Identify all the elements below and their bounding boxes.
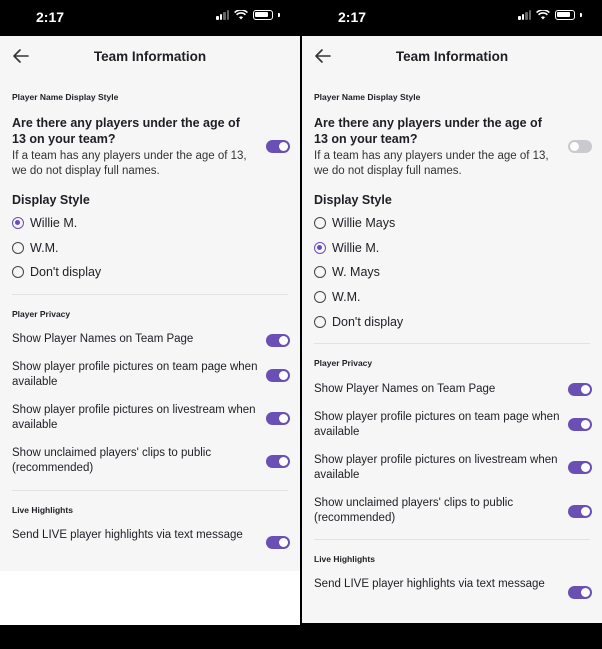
radio-icon: [12, 266, 24, 278]
signal-icon: [216, 10, 229, 20]
privacy-row-label: Show unclaimed players' clips to public …: [12, 447, 212, 474]
page-title: Team Information: [395, 49, 509, 64]
status-bar: 2:17: [302, 0, 602, 36]
under13-question: Are there any players under the age of 1…: [12, 116, 240, 146]
bottom-bar: [0, 625, 300, 649]
header: Team Information: [0, 36, 300, 76]
status-time: 2:17: [36, 9, 65, 25]
battery-icon: [253, 10, 273, 20]
section-label-highlights: Live Highlights: [12, 505, 73, 515]
privacy-toggle[interactable]: [568, 383, 592, 396]
battery-icon: [555, 10, 575, 20]
radio-option[interactable]: W.M.: [314, 290, 360, 304]
radio-option[interactable]: W.M.: [12, 241, 58, 255]
divider: [12, 490, 288, 491]
radio-icon: [12, 242, 24, 254]
page-title: Team Information: [93, 49, 207, 64]
section-label-privacy: Player Privacy: [12, 309, 71, 319]
privacy-toggle[interactable]: [568, 505, 592, 518]
privacy-toggle[interactable]: [266, 369, 290, 382]
radio-option[interactable]: Don't display: [12, 265, 101, 279]
privacy-toggle[interactable]: [266, 334, 290, 347]
display-style-label: Display Style: [314, 193, 392, 207]
highlights-toggle[interactable]: [568, 586, 592, 599]
under13-toggle[interactable]: [266, 140, 290, 153]
privacy-row-label: Show Player Names on Team Page: [12, 333, 194, 345]
privacy-row-label: Show unclaimed players' clips to public …: [314, 497, 514, 524]
bottom-bar: [302, 625, 602, 649]
privacy-row-label: Show player profile pictures on livestre…: [314, 454, 558, 481]
radio-icon: [314, 291, 326, 303]
signal-icon: [518, 10, 531, 20]
radio-option[interactable]: W. Mays: [314, 265, 380, 279]
privacy-toggle[interactable]: [266, 455, 290, 468]
privacy-toggle[interactable]: [568, 418, 592, 431]
divider: [314, 343, 590, 344]
radio-selected-icon: [314, 242, 326, 254]
header: Team Information: [302, 36, 602, 76]
privacy-row-label: Show Player Names on Team Page: [314, 383, 496, 395]
highlights-toggle[interactable]: [266, 536, 290, 549]
blank-area: [0, 571, 300, 625]
radio-icon: [314, 217, 326, 229]
section-label-privacy: Player Privacy: [314, 358, 373, 368]
status-bar: 2:17: [0, 0, 300, 36]
privacy-row-label: Show player profile pictures on team pag…: [12, 361, 258, 388]
highlights-row-label: Send LIVE player highlights via text mes…: [314, 578, 545, 590]
radio-option[interactable]: Willie Mays: [314, 216, 395, 230]
radio-option[interactable]: Don't display: [314, 315, 403, 329]
under13-toggle[interactable]: [568, 140, 592, 153]
privacy-row-label: Show player profile pictures on team pag…: [314, 411, 560, 438]
wifi-icon: [536, 10, 550, 20]
under13-description: If a team has any players under the age …: [314, 150, 549, 177]
team-information-screen: Team Information Player Name Display Sty…: [0, 36, 300, 571]
phone-left: 2:17 Team Information Player Name Displa…: [0, 0, 300, 649]
section-label-name-style: Player Name Display Style: [12, 92, 119, 102]
radio-option[interactable]: Willie M.: [314, 241, 379, 255]
section-label-highlights: Live Highlights: [314, 554, 375, 564]
radio-selected-icon: [12, 217, 24, 229]
phone-right: 2:17 Team Information Player Name Displa…: [302, 0, 602, 649]
privacy-toggle[interactable]: [266, 412, 290, 425]
display-style-label: Display Style: [12, 193, 90, 207]
privacy-toggle[interactable]: [568, 461, 592, 474]
highlights-row-label: Send LIVE player highlights via text mes…: [12, 529, 243, 541]
team-information-screen: Team Information Player Name Display Sty…: [302, 36, 602, 623]
status-icons: [216, 10, 280, 20]
radio-icon: [314, 316, 326, 328]
divider: [314, 539, 590, 540]
section-label-name-style: Player Name Display Style: [314, 92, 421, 102]
under13-description: If a team has any players under the age …: [12, 150, 247, 177]
radio-icon: [314, 266, 326, 278]
privacy-row-label: Show player profile pictures on livestre…: [12, 404, 256, 431]
status-time: 2:17: [338, 9, 367, 25]
under13-question: Are there any players under the age of 1…: [314, 116, 542, 146]
status-icons: [518, 10, 582, 20]
wifi-icon: [234, 10, 248, 20]
divider: [12, 294, 288, 295]
radio-option[interactable]: Willie M.: [12, 216, 77, 230]
